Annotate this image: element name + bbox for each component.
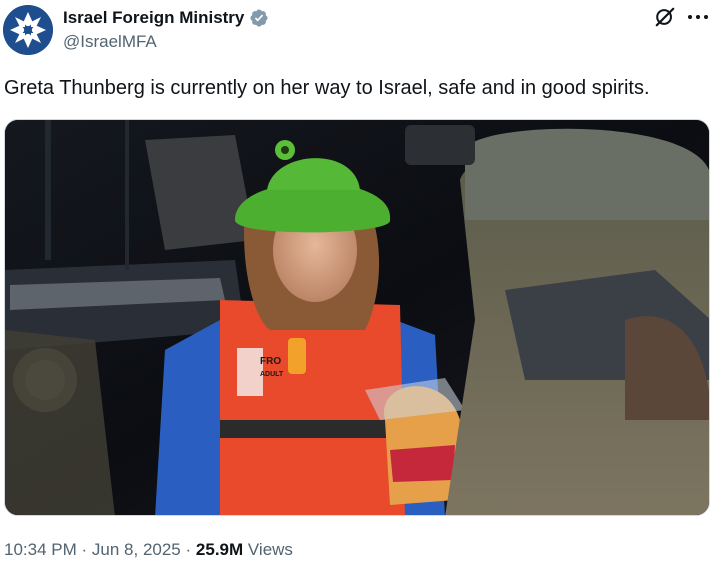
meta-separator: · — [81, 540, 88, 559]
more-icon[interactable] — [686, 6, 710, 28]
views-count[interactable]: 25.9M — [196, 540, 243, 559]
more-dot — [704, 15, 708, 19]
more-dot — [688, 15, 692, 19]
tweet-text: Greta Thunberg is currently on her way t… — [4, 77, 650, 99]
meta-separator: · — [185, 540, 192, 559]
photo-illustration: FRO ADULT — [5, 120, 709, 515]
author-handle[interactable]: @IsraelMFA — [63, 32, 157, 52]
more-dot — [696, 15, 700, 19]
tweet-header: Israel Foreign Ministry @IsraelMFA — [0, 0, 716, 62]
avatar[interactable] — [3, 5, 53, 55]
vest-label-subtext: ADULT — [260, 371, 284, 378]
author-name-row: Israel Foreign Ministry — [63, 6, 269, 30]
verified-badge-icon — [249, 8, 269, 28]
tweet-photo[interactable]: FRO ADULT — [4, 119, 710, 516]
tweet-time[interactable]: 10:34 PM — [4, 540, 77, 559]
tweet-meta: 10:34 PM · Jun 8, 2025 · 25.9M Views — [4, 540, 293, 560]
grok-icon[interactable] — [654, 6, 676, 28]
author-display-name[interactable]: Israel Foreign Ministry — [63, 8, 244, 28]
views-label: Views — [247, 540, 293, 559]
tweet-date[interactable]: Jun 8, 2025 — [92, 540, 181, 559]
vest-label-text: FRO — [260, 356, 281, 367]
ministry-logo-icon — [3, 5, 53, 55]
